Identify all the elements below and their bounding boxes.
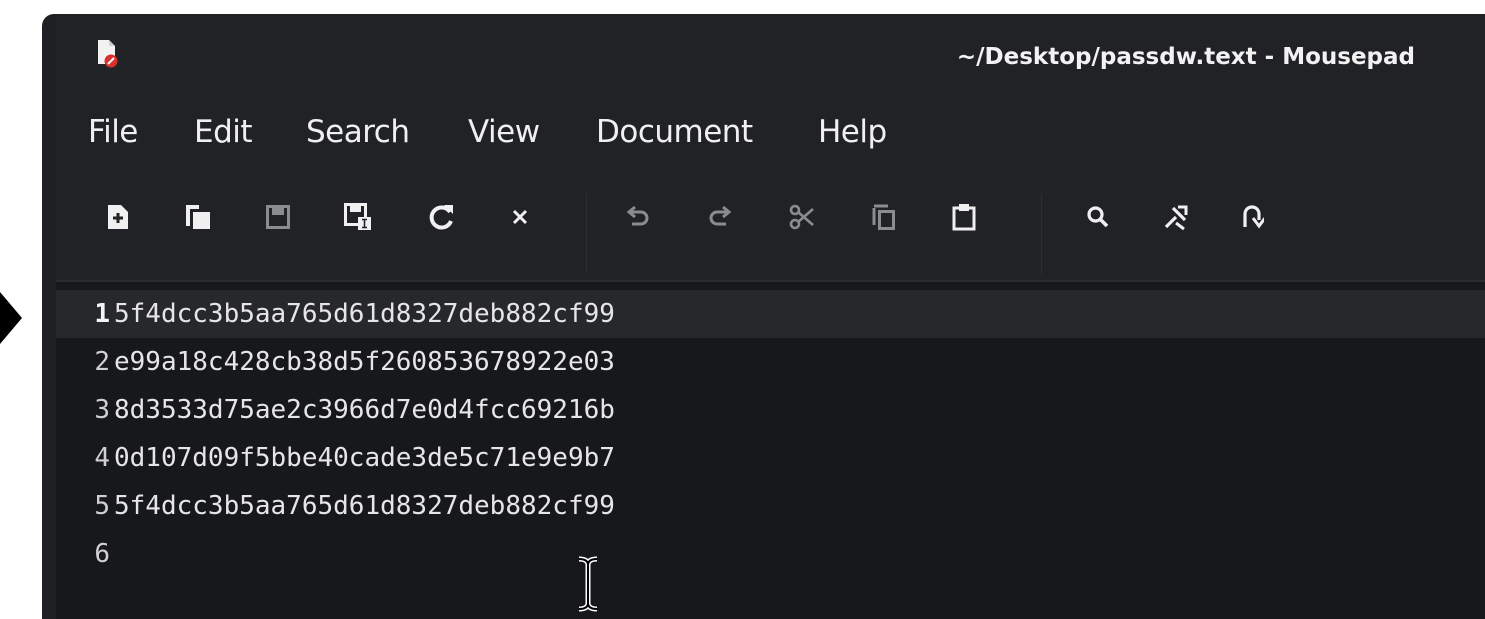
- line-number: 6: [94, 539, 110, 569]
- save-as-button[interactable]: [340, 199, 376, 235]
- text-cursor-icon: [578, 556, 598, 612]
- pointer-arrow-icon: [0, 292, 22, 344]
- redo-button[interactable]: [702, 199, 738, 235]
- new-document-icon: [108, 205, 128, 229]
- cut-button[interactable]: [784, 199, 820, 235]
- menu-edit[interactable]: Edit: [194, 114, 253, 150]
- window-body: ~/Desktop/passdw.text - Mousepad File Ed…: [56, 14, 1485, 619]
- new-window-button[interactable]: [180, 199, 216, 235]
- close-button[interactable]: [502, 199, 538, 235]
- menu-file[interactable]: File: [88, 114, 138, 150]
- line-number: 4: [94, 443, 110, 473]
- save-button[interactable]: [260, 199, 296, 235]
- window-title: ~/Desktop/passdw.text - Mousepad: [956, 44, 1415, 70]
- line-text[interactable]: 8d3533d75ae2c3966d7e0d4fcc69216b: [114, 395, 615, 425]
- line-text[interactable]: 5f4dcc3b5aa765d61d8327deb882cf99: [114, 491, 615, 521]
- editor-line[interactable]: 6: [56, 530, 1485, 578]
- editor-line[interactable]: 3 8d3533d75ae2c3966d7e0d4fcc69216b: [56, 386, 1485, 434]
- menu-search[interactable]: Search: [306, 114, 410, 150]
- cut-icon: [789, 204, 814, 230]
- editor-line[interactable]: 1 5f4dcc3b5aa765d61d8327deb882cf99: [56, 290, 1485, 338]
- reload-icon: [429, 205, 453, 230]
- line-text[interactable]: e99a18c428cb38d5f260853678922e03: [114, 347, 615, 377]
- editor-line[interactable]: 5 5f4dcc3b5aa765d61d8327deb882cf99: [56, 482, 1485, 530]
- go-to-line-icon: [1243, 205, 1264, 229]
- copy-icon: [872, 204, 895, 230]
- paste-icon: [952, 204, 976, 231]
- save-as-icon: [344, 203, 371, 230]
- search-replace-button[interactable]: [1158, 199, 1194, 235]
- mousepad-window: ~/Desktop/passdw.text - Mousepad File Ed…: [42, 14, 1485, 619]
- menu-bar: [56, 104, 1485, 164]
- copy-button[interactable]: [866, 199, 902, 235]
- line-number: 2: [94, 347, 110, 377]
- line-number: 5: [94, 491, 110, 521]
- close-icon: [512, 209, 528, 225]
- undo-icon: [626, 205, 649, 226]
- menu-help[interactable]: Help: [818, 114, 887, 150]
- go-to-line-button[interactable]: [1234, 199, 1270, 235]
- new-document-button[interactable]: [100, 199, 136, 235]
- editor-area[interactable]: 1 5f4dcc3b5aa765d61d8327deb882cf99 2 e99…: [56, 280, 1485, 619]
- menu-view[interactable]: View: [468, 114, 540, 150]
- line-text[interactable]: 5f4dcc3b5aa765d61d8327deb882cf99: [114, 299, 615, 329]
- search-button[interactable]: [1080, 199, 1116, 235]
- search-replace-icon: [1164, 205, 1188, 231]
- reload-button[interactable]: [424, 199, 460, 235]
- paste-button[interactable]: [946, 199, 982, 235]
- app-icon: [98, 40, 118, 68]
- line-text[interactable]: 0d107d09f5bbe40cade3de5c71e9e9b7: [114, 443, 615, 473]
- search-icon: [1087, 206, 1109, 228]
- save-icon: [266, 205, 290, 229]
- menu-document[interactable]: Document: [596, 114, 753, 150]
- undo-button[interactable]: [620, 199, 656, 235]
- toolbar-separator: [1041, 194, 1042, 274]
- new-window-icon: [186, 205, 210, 229]
- redo-icon: [709, 205, 732, 226]
- line-number: 3: [94, 395, 110, 425]
- line-number: 1: [94, 299, 110, 329]
- toolbar-separator: [586, 194, 587, 274]
- editor-line[interactable]: 4 0d107d09f5bbe40cade3de5c71e9e9b7: [56, 434, 1485, 482]
- editor-line[interactable]: 2 e99a18c428cb38d5f260853678922e03: [56, 338, 1485, 386]
